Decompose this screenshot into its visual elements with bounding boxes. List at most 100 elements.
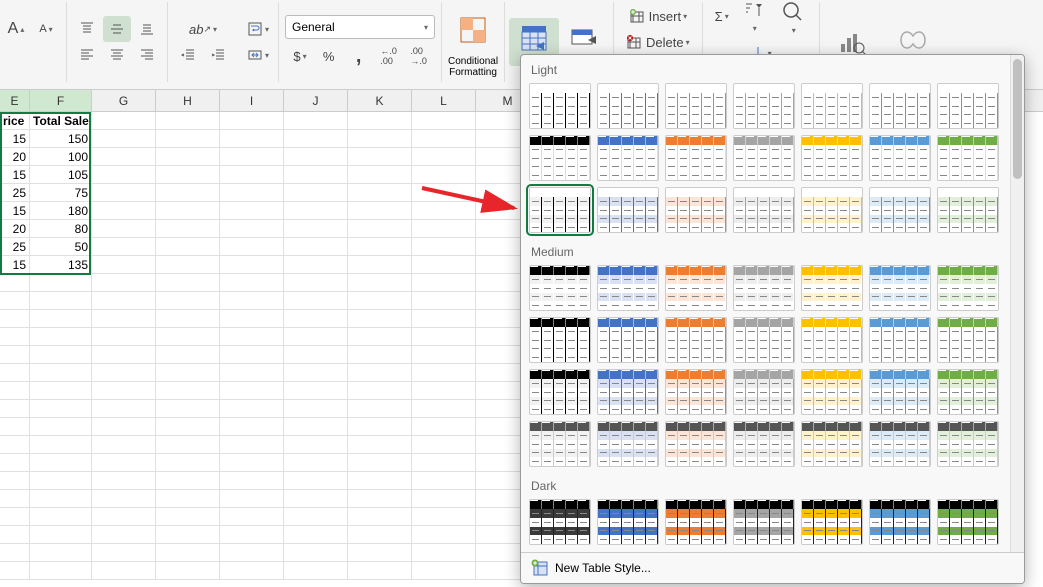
cell[interactable] <box>348 238 412 256</box>
cell[interactable] <box>348 436 412 454</box>
cell[interactable] <box>156 526 220 544</box>
cell[interactable] <box>284 238 348 256</box>
cell[interactable] <box>0 472 30 490</box>
table-style-option[interactable] <box>597 421 659 467</box>
table-style-option[interactable] <box>665 83 727 129</box>
cell[interactable] <box>30 472 92 490</box>
cell[interactable] <box>0 364 30 382</box>
cell[interactable] <box>412 454 476 472</box>
cell[interactable] <box>220 292 284 310</box>
table-style-option[interactable] <box>869 499 931 545</box>
conditional-formatting-button[interactable] <box>448 6 498 54</box>
cell[interactable] <box>220 472 284 490</box>
table-style-option[interactable] <box>597 369 659 415</box>
panel-scrollbar-thumb[interactable] <box>1013 59 1022 179</box>
cell[interactable] <box>412 418 476 436</box>
table-style-option[interactable] <box>801 265 863 311</box>
cell[interactable] <box>348 256 412 274</box>
cell[interactable]: 15 <box>0 256 30 274</box>
cell[interactable] <box>92 202 156 220</box>
cell[interactable] <box>220 130 284 148</box>
cell[interactable] <box>220 508 284 526</box>
column-header-K[interactable]: K <box>348 90 412 111</box>
table-style-option[interactable] <box>733 499 795 545</box>
cell[interactable] <box>0 544 30 562</box>
cell[interactable] <box>0 400 30 418</box>
insert-cells-button[interactable]: Insert▾ <box>623 3 694 29</box>
cell[interactable] <box>30 490 92 508</box>
cell[interactable] <box>220 490 284 508</box>
decrease-font-button[interactable]: A▾ <box>32 16 60 42</box>
cell[interactable] <box>412 292 476 310</box>
cell[interactable] <box>284 418 348 436</box>
table-style-option[interactable] <box>597 187 659 233</box>
cell[interactable] <box>30 382 92 400</box>
cell[interactable]: 15 <box>0 166 30 184</box>
cell[interactable] <box>348 130 412 148</box>
cell[interactable] <box>220 526 284 544</box>
cell[interactable] <box>220 346 284 364</box>
cell[interactable] <box>284 346 348 364</box>
cell[interactable]: Total Sales <box>30 112 92 130</box>
cell[interactable] <box>412 346 476 364</box>
cell[interactable] <box>156 166 220 184</box>
cell[interactable] <box>348 526 412 544</box>
table-style-option[interactable] <box>869 369 931 415</box>
cell[interactable] <box>220 202 284 220</box>
sort-filter-button[interactable]: ▾ <box>737 0 771 40</box>
cell[interactable] <box>92 436 156 454</box>
cell[interactable] <box>156 382 220 400</box>
cell[interactable] <box>156 184 220 202</box>
cell[interactable] <box>412 310 476 328</box>
table-style-option[interactable] <box>801 421 863 467</box>
cell[interactable] <box>156 202 220 220</box>
cell[interactable] <box>412 364 476 382</box>
cell[interactable] <box>0 526 30 544</box>
table-style-option[interactable] <box>665 317 727 363</box>
cell[interactable] <box>156 112 220 130</box>
cell[interactable]: 20 <box>0 220 30 238</box>
cell[interactable] <box>284 274 348 292</box>
table-style-option[interactable] <box>665 499 727 545</box>
cell[interactable] <box>348 508 412 526</box>
table-style-option[interactable] <box>597 83 659 129</box>
cell[interactable] <box>220 328 284 346</box>
cell[interactable] <box>92 508 156 526</box>
cell[interactable]: 20 <box>0 148 30 166</box>
cell[interactable] <box>0 310 30 328</box>
cell[interactable] <box>348 382 412 400</box>
table-style-option[interactable] <box>937 369 999 415</box>
cell[interactable] <box>284 472 348 490</box>
cell[interactable] <box>220 382 284 400</box>
table-style-option[interactable] <box>801 135 863 181</box>
merge-button[interactable]: ▾ <box>244 42 272 68</box>
cell[interactable] <box>284 310 348 328</box>
cell[interactable] <box>412 382 476 400</box>
column-header-I[interactable]: I <box>220 90 284 111</box>
cell[interactable] <box>156 490 220 508</box>
cell[interactable] <box>156 274 220 292</box>
cell[interactable] <box>30 292 92 310</box>
cell[interactable]: 100 <box>30 148 92 166</box>
cell[interactable] <box>92 490 156 508</box>
cell[interactable] <box>348 274 412 292</box>
cell[interactable] <box>412 238 476 256</box>
delete-cells-button[interactable]: Delete▾ <box>620 29 696 55</box>
cell[interactable] <box>284 220 348 238</box>
cell[interactable] <box>348 364 412 382</box>
cell[interactable] <box>284 148 348 166</box>
cell[interactable] <box>30 436 92 454</box>
align-middle-button[interactable] <box>103 16 131 42</box>
table-style-option[interactable] <box>937 187 999 233</box>
cell[interactable] <box>412 490 476 508</box>
cell[interactable] <box>412 256 476 274</box>
cell[interactable] <box>220 184 284 202</box>
cell[interactable] <box>284 454 348 472</box>
align-left-button[interactable] <box>73 42 101 68</box>
cell[interactable] <box>30 274 92 292</box>
cell[interactable] <box>220 256 284 274</box>
cell[interactable] <box>92 184 156 202</box>
table-style-option[interactable] <box>801 499 863 545</box>
cell[interactable] <box>156 148 220 166</box>
cell[interactable] <box>0 274 30 292</box>
